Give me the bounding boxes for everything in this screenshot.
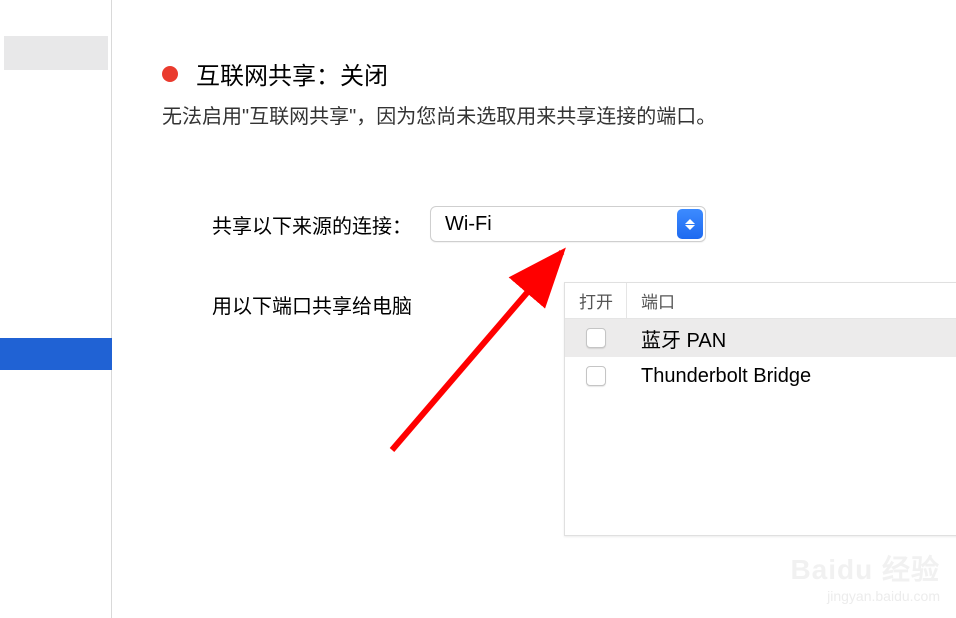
port-name: Thunderbolt Bridge <box>627 365 811 388</box>
list-header: 打开 端口 <box>565 283 956 319</box>
list-item[interactable]: Thunderbolt Bridge <box>565 357 956 395</box>
chevron-down-icon <box>685 225 695 230</box>
main-panel: 互联网共享：关闭 无法启用"互联网共享"，因为您尚未选取用来共享连接的端口。 共… <box>112 0 956 618</box>
header-open: 打开 <box>565 283 627 318</box>
port-name: 蓝牙 PAN <box>627 324 726 353</box>
page-title: 互联网共享：关闭 <box>196 56 388 91</box>
watermark-brand: Baidu 经验 <box>790 548 940 588</box>
ports-row: 用以下端口共享给电脑 <box>212 290 412 319</box>
status-dot-icon <box>162 66 178 82</box>
status-description: 无法启用"互联网共享"，因为您尚未选取用来共享连接的端口。 <box>162 100 716 129</box>
source-dropdown-value: Wi-Fi <box>445 213 492 236</box>
checkbox-cell <box>565 366 627 386</box>
checkbox-cell <box>565 328 627 348</box>
source-label: 共享以下来源的连接： <box>212 210 412 239</box>
sidebar-item-selected[interactable] <box>0 338 112 370</box>
status-header: 互联网共享：关闭 <box>162 56 388 91</box>
sidebar-item[interactable] <box>4 36 108 70</box>
ports-list: 打开 端口 蓝牙 PAN Thunderbolt Bridge <box>564 282 956 536</box>
checkbox[interactable] <box>586 366 606 386</box>
source-row: 共享以下来源的连接： Wi-Fi <box>212 206 706 242</box>
watermark: Baidu 经验 jingyan.baidu.com <box>790 548 940 604</box>
list-item[interactable]: 蓝牙 PAN <box>565 319 956 357</box>
source-dropdown[interactable]: Wi-Fi <box>430 206 706 242</box>
sidebar <box>0 0 112 618</box>
header-port: 端口 <box>627 288 675 313</box>
checkbox[interactable] <box>586 328 606 348</box>
ports-label: 用以下端口共享给电脑 <box>212 290 412 319</box>
chevron-up-icon <box>685 219 695 224</box>
watermark-link: jingyan.baidu.com <box>790 588 940 604</box>
dropdown-arrows-icon <box>677 209 703 239</box>
